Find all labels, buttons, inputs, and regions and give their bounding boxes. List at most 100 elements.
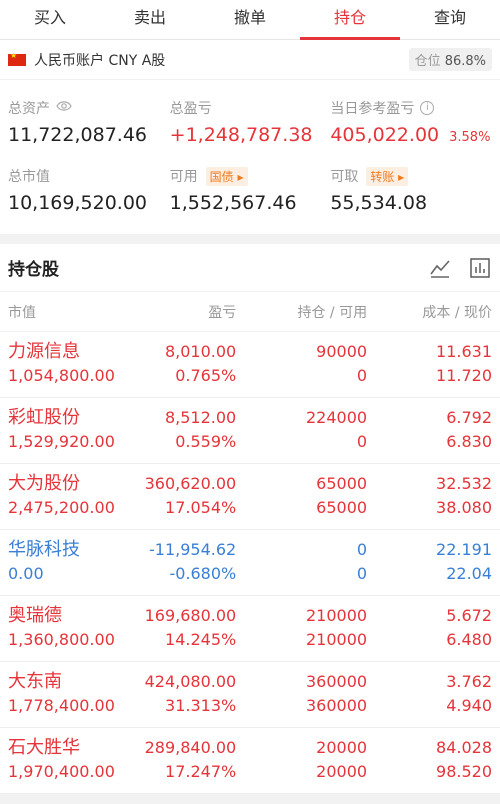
stock-name: 大东南 [8,671,62,692]
total-assets-label: 总资产 [8,101,50,117]
holdings-panel: 持仓股 市值 盈亏 持仓 / 可用 成本 / 现价 力源信息 1,054,800.… [0,244,500,794]
stock-name: 石大胜华 [8,737,80,758]
holdings-column-header: 市值 盈亏 持仓 / 可用 成本 / 现价 [0,292,500,332]
tab-query[interactable]: 查询 [400,0,500,39]
column-position-available: 持仓 / 可用 [297,304,368,321]
table-row[interactable]: 奥瑞德 1,360,800.00 169,680.00 14.245% 210000 21… [0,596,500,662]
stock-available: 65000 [316,498,368,517]
total-pnl-value: +1,248,787.38 [169,124,313,146]
stock-price: 98.520 [436,762,493,781]
stock-name: 力源信息 [8,341,80,362]
withdrawable-label: 可取 [330,169,359,185]
stock-price: 6.830 [446,432,493,451]
stock-market-value: 1,778,400.00 [8,696,115,715]
total-assets-value: 11,722,087.46 [8,124,148,146]
stock-position: 65000 [316,474,368,493]
table-row[interactable]: 石大胜华 1,970,400.00 289,840.00 17.247% 20000 20… [0,728,500,794]
stock-name: 华脉科技 [8,539,80,560]
tab-positions[interactable]: 持仓 [300,0,400,40]
stock-position: 20000 [316,738,368,757]
stock-cost: 6.792 [446,408,493,427]
column-cost-price: 成本 / 现价 [422,304,493,321]
stock-cost: 3.762 [446,672,493,691]
stock-pnl: 360,620.00 [144,474,237,493]
column-pnl: 盈亏 [208,304,237,321]
tab-sell[interactable]: 卖出 [100,0,200,39]
stock-cost: 5.672 [446,606,493,625]
available-value: 1,552,567.46 [169,192,297,214]
stock-pnl: 424,080.00 [144,672,237,691]
stock-pnl: 8,512.00 [164,408,237,427]
transfer-button[interactable]: 转账 ▸ [366,166,409,186]
stock-pnl-percent: 14.245% [165,630,237,649]
stock-market-value: 2,475,200.00 [8,498,115,517]
stock-name: 彩虹股份 [8,407,80,428]
stock-cost: 22.191 [436,540,493,559]
table-row[interactable]: 大为股份 2,475,200.00 360,620.00 17.054% 65000 65… [0,464,500,530]
withdrawable-value: 55,534.08 [330,192,428,214]
stock-price: 6.480 [446,630,493,649]
today-pnl-label: 当日参考盈亏 [330,101,415,117]
china-flag-icon [8,51,26,66]
market-value-label: 总市值 [8,169,50,185]
stock-pnl-percent: 0.559% [175,432,237,451]
stock-price: 22.04 [446,564,493,583]
position-ratio-label: 仓位 [414,54,441,69]
available-label: 可用 [169,169,198,185]
stock-name: 大为股份 [8,473,80,494]
stock-pnl: 8,010.00 [164,342,237,361]
holdings-list: 力源信息 1,054,800.00 8,010.00 0.765% 90000 0 11.6… [0,332,500,794]
stock-market-value: 1,360,800.00 [8,630,115,649]
today-pnl-value: 405,022.00 [330,124,440,146]
stock-pnl-percent: -0.680% [169,564,237,583]
stock-cost: 11.631 [436,342,493,361]
table-row[interactable]: 大东南 1,778,400.00 424,080.00 31.313% 360000 36… [0,662,500,728]
stock-name: 奥瑞德 [8,605,62,626]
market-value-value: 10,169,520.00 [8,192,148,214]
total-pnl-label: 总盈亏 [169,101,212,117]
stock-pnl: 289,840.00 [144,738,237,757]
table-row[interactable]: 彩虹股份 1,529,920.00 8,512.00 0.559% 224000 0 6.7… [0,398,500,464]
stock-market-value: 1,054,800.00 [8,366,115,385]
stock-position: 360000 [306,672,368,691]
table-row[interactable]: 华脉科技 0.00 -11,954.62 -0.680% 0 0 22.191 22.04 [0,530,500,596]
today-pnl-percent: 3.58% [449,130,491,145]
column-market-value: 市值 [8,304,36,321]
bar-chart-icon[interactable] [468,256,492,280]
tab-buy[interactable]: 买入 [0,0,100,39]
treasury-bond-button[interactable]: 国债 ▸ [205,166,248,186]
stock-cost: 32.532 [436,474,493,493]
stock-pnl-percent: 17.247% [165,762,237,781]
stock-market-value: 1,529,920.00 [8,432,115,451]
stock-available: 210000 [306,630,368,649]
stock-available: 0 [356,432,368,451]
info-icon[interactable]: i [420,101,435,115]
stock-position: 0 [356,540,368,559]
stock-available: 0 [356,564,368,583]
stock-position: 90000 [316,342,368,361]
stock-price: 4.940 [446,696,493,715]
table-row[interactable]: 力源信息 1,054,800.00 8,010.00 0.765% 90000 0 11.6… [0,332,500,398]
stock-pnl-percent: 0.765% [175,366,237,385]
position-ratio-value: 86.8% [444,54,486,69]
stock-available: 360000 [306,696,368,715]
tab-bar: 买入 卖出 撤单 持仓 查询 [0,0,500,40]
stock-pnl: -11,954.62 [149,540,237,559]
holdings-title: 持仓股 [8,260,59,280]
transfer-label: 转账 [370,169,395,184]
stock-pnl-percent: 17.054% [165,498,237,517]
stock-available: 20000 [316,762,368,781]
stock-market-value: 0.00 [8,564,44,583]
eye-icon[interactable] [56,100,72,116]
line-chart-icon[interactable] [428,256,452,280]
stock-position: 224000 [306,408,368,427]
account-summary: 总资产 11,722,087.46 总盈亏 +1,248,787.38 当日参考… [0,80,500,234]
stock-price: 11.720 [436,366,493,385]
stock-pnl: 169,680.00 [144,606,237,625]
account-bar[interactable]: 人民币账户 CNY A股 仓位86.8% [0,40,500,80]
position-ratio-badge: 仓位 86.8% [408,48,492,71]
tab-cancel-order[interactable]: 撤单 [200,0,300,39]
stock-price: 38.080 [436,498,493,517]
stock-position: 210000 [306,606,368,625]
stock-cost: 84.028 [436,738,493,757]
